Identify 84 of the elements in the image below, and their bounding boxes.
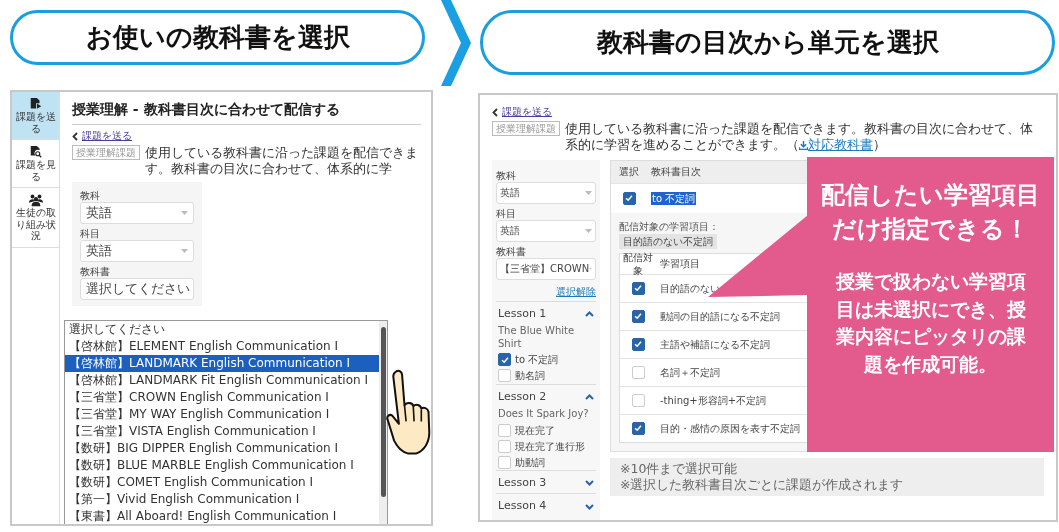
dropdown-option[interactable]: 【数研】BLUE MARBLE English Communication Ⅰ — [65, 457, 379, 474]
dropdown-option[interactable]: 選択してください — [65, 321, 379, 338]
section-heading: 教科書の目次から単元を選択 — [480, 10, 1055, 75]
field-label: 科目 — [80, 226, 101, 240]
chip: 目的語のない不定詞 — [619, 233, 717, 249]
caret-icon — [585, 190, 592, 195]
checkbox-label: 助動詞 — [515, 455, 545, 469]
dropdown-option[interactable]: 【数研】COMET English Communication Ⅰ — [65, 474, 379, 491]
caret-icon — [181, 210, 188, 215]
lesson-header[interactable]: Lesson 3 — [496, 470, 596, 494]
document-arrow-icon — [28, 97, 43, 111]
checkbox[interactable] — [631, 421, 645, 435]
note-text: ※選択した教科書目次ごとに課題が作成されます — [620, 476, 905, 493]
select-field[interactable]: 選択してください — [80, 277, 194, 300]
sidebar-item[interactable]: 生徒の取り組み状況 — [12, 188, 59, 248]
lesson-header[interactable]: Lesson 2 — [496, 383, 596, 408]
back-link[interactable]: 課題を送る — [72, 129, 132, 143]
dropdown-option[interactable]: 【啓林館】ELEMENT English Communication Ⅰ — [65, 338, 379, 355]
checkbox[interactable] — [498, 353, 511, 367]
table-cell-text: 動詞の目的語になる不定詞 — [659, 309, 780, 323]
lesson-header[interactable]: Lesson 1 — [496, 300, 596, 324]
tag-label: 授業理解課題 — [492, 121, 560, 136]
lesson-subtitle: The Blue White Shirt — [497, 323, 576, 351]
checkbox[interactable] — [631, 309, 645, 323]
column-header: 選択 — [618, 165, 640, 178]
field-label: 教科 — [496, 168, 517, 182]
field-label: 科目 — [496, 206, 517, 220]
clear-link[interactable]: 選択解除 — [496, 284, 596, 298]
checkbox[interactable] — [631, 337, 645, 351]
lesson-subtitle: Does It Spark Joy? — [497, 407, 590, 422]
field-label: 教科書 — [496, 244, 527, 258]
dropdown-option[interactable]: 【東書】All Aboard! English Communication Ⅰ — [65, 508, 379, 524]
checkbox-label: 現在完了進行形 — [515, 439, 585, 453]
checkbox-label: to 不定詞 — [515, 353, 559, 367]
table-cell-text: -thing+形容詞+不定詞 — [659, 393, 767, 407]
description: 使用している教科書に沿った課題を配信できます。教科書の目次に合わせて、体系的に学習を進めることができます。（ 対応教科書） — [565, 121, 1034, 154]
table-cell: to 不定詞 — [651, 191, 697, 205]
dropdown-option[interactable]: 【三省堂】VISTA English Communication Ⅰ — [65, 423, 379, 440]
note-text: ※10件まで選択可能 — [620, 460, 739, 477]
dropdown-option[interactable]: 【第一】Vivid English Communication Ⅰ — [65, 491, 379, 508]
chevron-left-icon — [492, 107, 498, 117]
download-icon — [799, 141, 808, 151]
table-cell-text: 目的・感情の原因を表す不定詞 — [659, 421, 800, 435]
callout-text: 授業で扱わない学習項目は未選択にでき、授業内容にピッタリの課題を作成可能。 — [834, 269, 1027, 377]
checkbox-label: 現在完了 — [515, 423, 555, 437]
people-icon — [28, 193, 43, 207]
chevron-left-icon — [72, 131, 78, 141]
arrow-icon — [438, 0, 473, 86]
dropdown-option[interactable]: 【数研】BIG DIPPER English Communication Ⅰ — [65, 440, 379, 457]
column-header: 教科書目次 — [650, 165, 701, 178]
link[interactable]: 対応教科書 — [799, 137, 873, 153]
select-field[interactable]: 英語 — [496, 181, 596, 204]
select-field[interactable]: 英語 — [80, 201, 194, 224]
caret-icon — [585, 228, 592, 233]
page-title: 授業理解 - 教科書目次に合わせて配信する — [72, 96, 421, 126]
lesson-header[interactable]: Lesson 4 — [496, 493, 596, 517]
column-header: 配信対象 — [622, 250, 654, 277]
checkbox[interactable] — [631, 281, 645, 295]
sidebar-item[interactable]: 課題を見る — [12, 140, 59, 188]
checkbox-label: 動名詞 — [515, 369, 545, 383]
select-field[interactable]: 英語 — [80, 239, 194, 262]
sidebar-item[interactable]: 課題を送る — [12, 92, 59, 140]
caret-icon — [181, 248, 188, 253]
document-search-icon — [28, 145, 43, 159]
section-heading: お使いの教科書を選択 — [10, 10, 425, 65]
field-label: 教科書 — [80, 264, 111, 278]
dropdown-option[interactable]: 【啓林館】LANDMARK Fit English Communication Ⅰ — [65, 372, 379, 389]
dropdown-option[interactable]: 【啓林館】LANDMARK English Communication Ⅰ — [65, 355, 379, 372]
description: 使用している教科書に沿った課題を配信できます。教科書の目次に合わせて、体系的に学 — [145, 145, 419, 178]
field-label: 配信対象の学習項目： — [619, 220, 719, 232]
scrollbar[interactable] — [379, 321, 387, 524]
select-field[interactable]: 英語 — [496, 219, 596, 242]
dropdown-option[interactable]: 【三省堂】MY WAY English Communication Ⅰ — [65, 406, 379, 423]
table-cell-text: 名詞＋不定詞 — [659, 365, 720, 379]
callout-headline: 配信したい学習項目だけ指定できる！ — [820, 180, 1041, 245]
column-header: 学習項目 — [659, 257, 700, 270]
dropdown-option[interactable]: 【三省堂】CROWN English Communication Ⅰ — [65, 389, 379, 406]
table-cell-text: 主語や補語になる不定詞 — [659, 337, 770, 351]
tag-label: 授業理解課題 — [72, 145, 140, 161]
dropdown-list[interactable] — [64, 320, 388, 524]
checkbox[interactable] — [622, 191, 636, 205]
field-label: 教科 — [80, 188, 101, 202]
back-link[interactable]: 課題を送る — [492, 105, 552, 118]
select-field[interactable]: 【三省堂】CROWN — [496, 257, 596, 280]
